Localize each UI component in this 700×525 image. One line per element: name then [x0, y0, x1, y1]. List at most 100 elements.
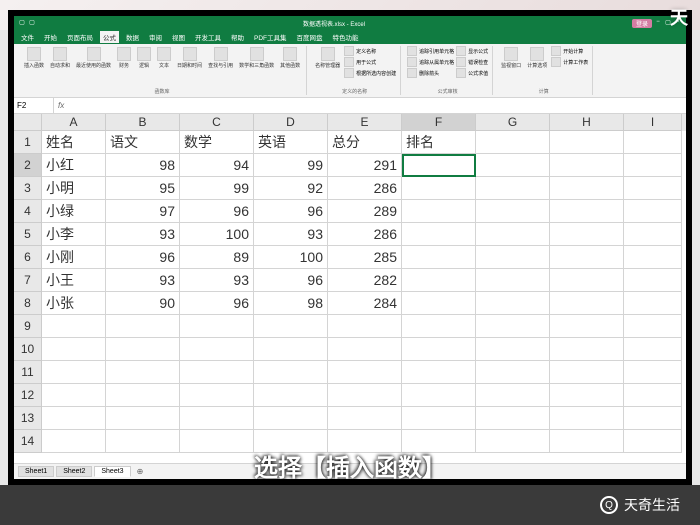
cell[interactable] — [42, 338, 106, 361]
cell[interactable] — [550, 200, 624, 223]
cell[interactable] — [624, 269, 682, 292]
cell[interactable] — [624, 177, 682, 200]
cell[interactable]: 96 — [180, 200, 254, 223]
cell[interactable] — [476, 223, 550, 246]
cell[interactable]: 英语 — [254, 131, 328, 154]
col-header-B[interactable]: B — [106, 114, 180, 131]
col-header-D[interactable]: D — [254, 114, 328, 131]
row-header[interactable]: 1 — [14, 131, 42, 154]
cell[interactable] — [624, 154, 682, 177]
cell[interactable] — [550, 407, 624, 430]
lookup-button[interactable]: 查找与引用 — [206, 46, 235, 70]
cell[interactable] — [402, 292, 476, 315]
cell[interactable] — [402, 361, 476, 384]
row-header[interactable]: 10 — [14, 338, 42, 361]
cell[interactable]: 92 — [254, 177, 328, 200]
cell[interactable] — [180, 407, 254, 430]
cell[interactable] — [550, 292, 624, 315]
cell[interactable]: 93 — [106, 269, 180, 292]
cell[interactable] — [476, 177, 550, 200]
cell[interactable] — [402, 384, 476, 407]
calc-now-button[interactable]: 开始计算 — [551, 46, 588, 56]
cell[interactable] — [402, 338, 476, 361]
cell[interactable] — [42, 407, 106, 430]
cell[interactable] — [402, 407, 476, 430]
cell[interactable]: 小明 — [42, 177, 106, 200]
cell[interactable]: 99 — [254, 154, 328, 177]
quick-access-icon[interactable]: ▢ — [18, 19, 26, 27]
cell[interactable] — [402, 223, 476, 246]
row-header[interactable]: 8 — [14, 292, 42, 315]
cell[interactable]: 排名 — [402, 131, 476, 154]
fx-label[interactable]: fx — [54, 101, 68, 110]
cell[interactable]: 小绿 — [42, 200, 106, 223]
cell[interactable] — [180, 384, 254, 407]
logical-button[interactable]: 逻辑 — [135, 46, 153, 70]
cell[interactable]: 284 — [328, 292, 402, 315]
cell[interactable] — [402, 177, 476, 200]
cell[interactable] — [106, 361, 180, 384]
cell[interactable]: 100 — [180, 223, 254, 246]
cell[interactable] — [476, 361, 550, 384]
cell[interactable]: 286 — [328, 223, 402, 246]
cell[interactable]: 96 — [106, 246, 180, 269]
calc-sheet-button[interactable]: 计算工作表 — [551, 57, 588, 67]
cell[interactable]: 94 — [180, 154, 254, 177]
insert-function-button[interactable]: 插入函数 — [22, 46, 46, 70]
cell[interactable] — [476, 338, 550, 361]
cell[interactable] — [550, 315, 624, 338]
cell[interactable] — [624, 315, 682, 338]
cell[interactable] — [624, 338, 682, 361]
row-header[interactable]: 12 — [14, 384, 42, 407]
cell[interactable] — [328, 384, 402, 407]
cell[interactable] — [402, 200, 476, 223]
cell[interactable]: 291 — [328, 154, 402, 177]
cell[interactable] — [402, 269, 476, 292]
cell[interactable] — [42, 361, 106, 384]
cell[interactable]: 小王 — [42, 269, 106, 292]
row-header[interactable]: 2 — [14, 154, 42, 177]
tab-help[interactable]: 帮助 — [228, 31, 247, 43]
cell[interactable]: 96 — [254, 269, 328, 292]
row-header[interactable]: 6 — [14, 246, 42, 269]
tab-pdf[interactable]: PDF工具集 — [251, 31, 290, 43]
trace-dependents-button[interactable]: 追踪从属单元格 — [407, 57, 454, 67]
cell[interactable] — [624, 384, 682, 407]
cell[interactable] — [550, 384, 624, 407]
cell[interactable] — [624, 200, 682, 223]
define-name-button[interactable]: 定义名称 — [344, 46, 396, 56]
quick-access-icon[interactable]: ▢ — [28, 19, 36, 27]
error-checking-button[interactable]: 错误检查 — [456, 57, 488, 67]
more-functions-button[interactable]: 其他函数 — [278, 46, 302, 70]
cell[interactable]: 96 — [254, 200, 328, 223]
cell[interactable] — [42, 315, 106, 338]
cell[interactable]: 100 — [254, 246, 328, 269]
col-header-G[interactable]: G — [476, 114, 550, 131]
cell[interactable]: 282 — [328, 269, 402, 292]
cell[interactable] — [328, 315, 402, 338]
cell[interactable]: 90 — [106, 292, 180, 315]
tab-data[interactable]: 数据 — [123, 31, 142, 43]
cell[interactable] — [328, 338, 402, 361]
cell[interactable]: 89 — [180, 246, 254, 269]
cell[interactable]: 小张 — [42, 292, 106, 315]
cell[interactable] — [550, 131, 624, 154]
datetime-button[interactable]: 日期和时间 — [175, 46, 204, 70]
autosum-button[interactable]: 自动求和 — [48, 46, 72, 70]
cell[interactable] — [254, 338, 328, 361]
evaluate-formula-button[interactable]: 公式求值 — [456, 68, 488, 78]
remove-arrows-button[interactable]: 删除箭头 — [407, 68, 454, 78]
calc-options-button[interactable]: 计算选项 — [525, 46, 549, 70]
cell[interactable] — [254, 361, 328, 384]
show-formulas-button[interactable]: 显示公式 — [456, 46, 488, 56]
use-in-formula-button[interactable]: 用于公式 — [344, 57, 396, 67]
cell[interactable]: 99 — [180, 177, 254, 200]
row-header[interactable]: 7 — [14, 269, 42, 292]
tab-pagelayout[interactable]: 页面布局 — [64, 31, 96, 43]
tab-review[interactable]: 审阅 — [146, 31, 165, 43]
cell[interactable]: 98 — [254, 292, 328, 315]
col-header-H[interactable]: H — [550, 114, 624, 131]
cell[interactable] — [624, 361, 682, 384]
cell[interactable] — [476, 384, 550, 407]
name-manager-button[interactable]: 名称管理器 — [313, 46, 342, 70]
